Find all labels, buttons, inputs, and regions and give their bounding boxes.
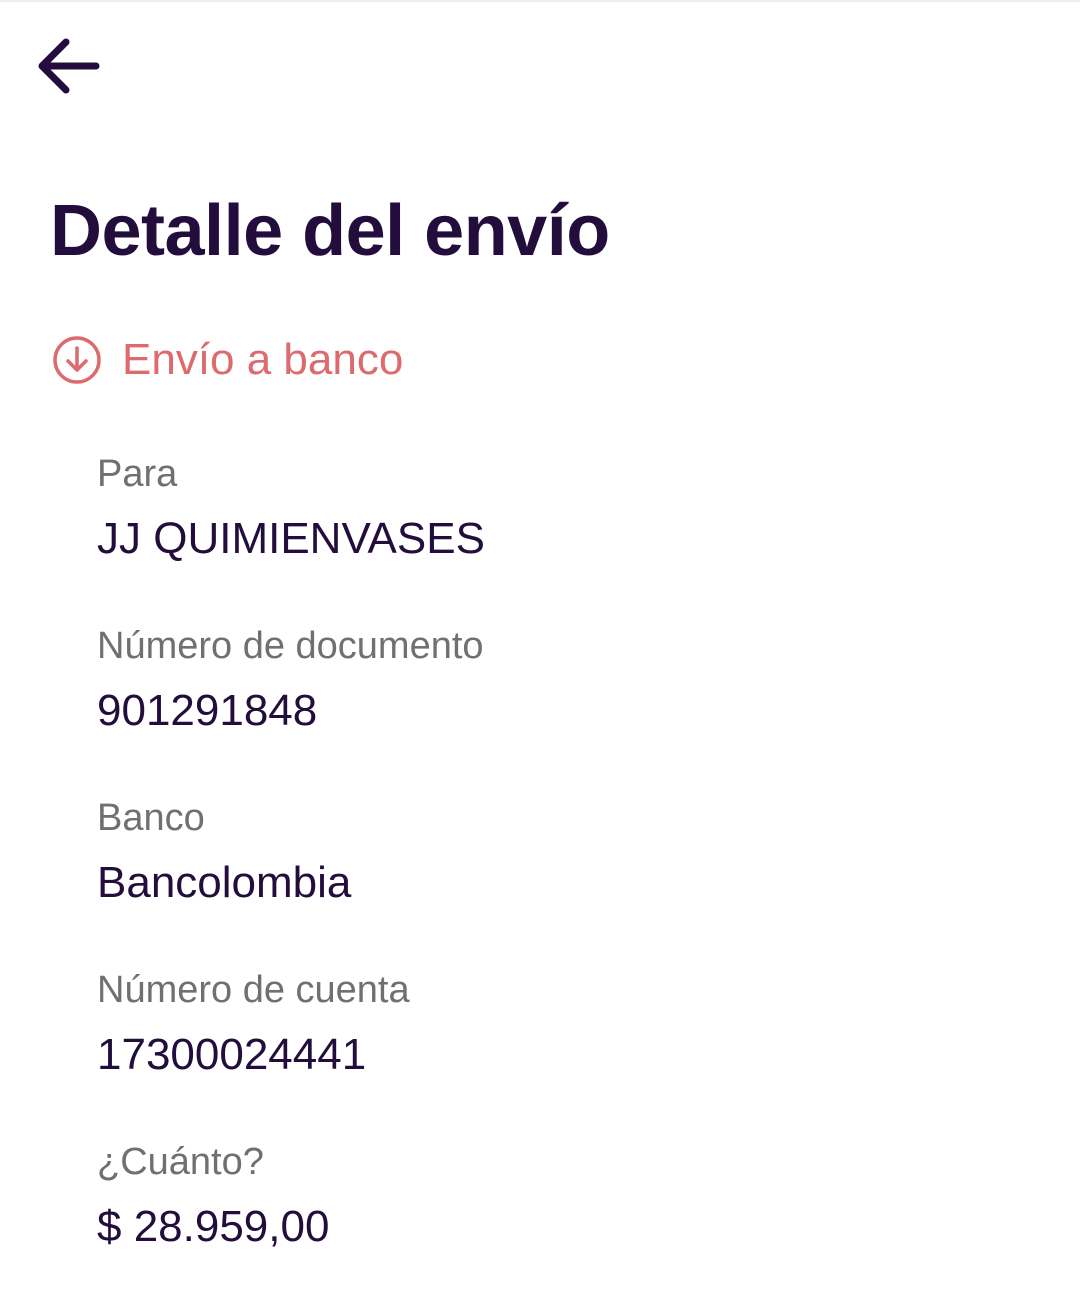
account-field: Número de cuenta 17300024441	[97, 964, 997, 1136]
transfer-type: Envío a banco	[52, 330, 403, 390]
recipient-value: JJ QUIMIENVASES	[97, 514, 485, 563]
bank-label: Banco	[97, 797, 205, 839]
arrow-left-icon	[36, 36, 100, 96]
account-value: 17300024441	[97, 1030, 367, 1079]
transfer-type-label: Envío a banco	[122, 335, 404, 384]
transfer-details: Para JJ QUIMIENVASES Número de documento…	[97, 448, 997, 1308]
arrow-down-circle-icon	[52, 335, 102, 385]
document-field: Número de documento 901291848	[97, 620, 997, 792]
document-value: 901291848	[97, 686, 318, 735]
amount-value: $ 28.959,00	[97, 1202, 330, 1251]
amount-field: ¿Cuánto? $ 28.959,00	[97, 1136, 997, 1308]
page-title: Detalle del envío	[50, 191, 610, 271]
document-label: Número de documento	[97, 625, 484, 667]
recipient-label: Para	[97, 453, 178, 495]
amount-label: ¿Cuánto?	[97, 1141, 264, 1183]
bank-field: Banco Bancolombia	[97, 792, 997, 964]
account-label: Número de cuenta	[97, 969, 410, 1011]
bank-value: Bancolombia	[97, 858, 352, 907]
top-divider	[0, 0, 1080, 2]
back-button[interactable]	[36, 30, 116, 102]
recipient-field: Para JJ QUIMIENVASES	[97, 448, 997, 620]
